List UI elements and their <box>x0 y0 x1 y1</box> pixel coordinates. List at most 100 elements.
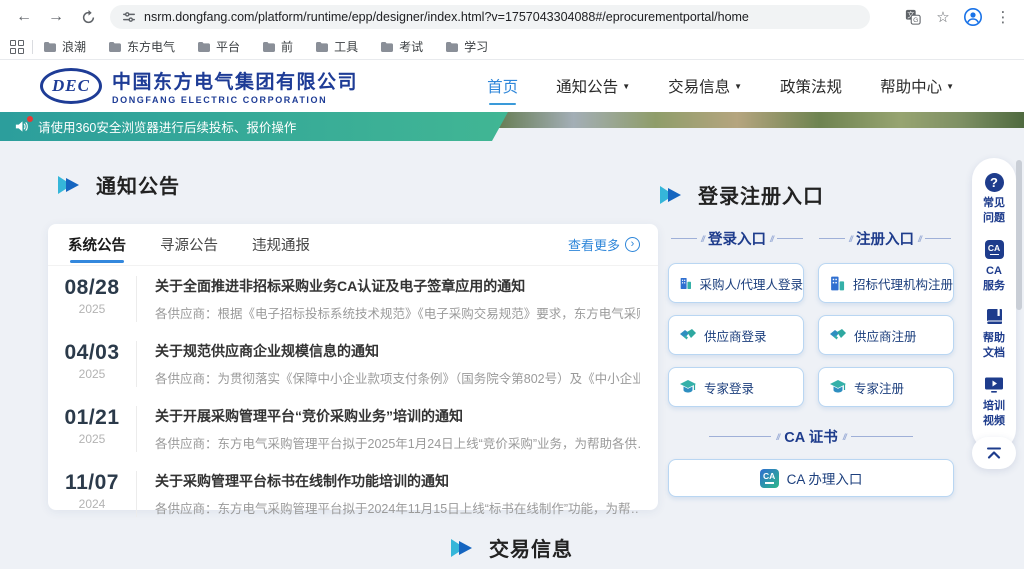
back-button[interactable]: ← <box>11 4 37 30</box>
folder-icon <box>108 41 122 52</box>
bookmark-label: 浪潮 <box>62 38 86 55</box>
announcements-heading: 通知公告 <box>58 170 180 199</box>
bookmark-folder[interactable]: 东方电气 <box>108 38 175 55</box>
announcement-row[interactable]: 11/07 2024 关于采购管理平台标书在线制作功能培训的通知 各供应商：东方… <box>48 461 658 526</box>
bookmark-folder[interactable]: 浪潮 <box>43 38 86 55</box>
translate-button[interactable]: 文 G <box>900 4 926 30</box>
collapse-top-icon <box>986 447 1002 460</box>
supplier-register-button[interactable]: 供应商注册 <box>818 315 954 355</box>
ca-service-item[interactable]: CA CA服务 <box>981 239 1007 294</box>
view-more-link[interactable]: 查看更多 › <box>568 235 640 254</box>
profile-avatar[interactable] <box>960 4 986 30</box>
tab-violation-reports[interactable]: 违规通报 <box>250 224 312 265</box>
company-name-cn: 中国东方电气集团有限公司 <box>112 67 358 94</box>
button-label: 供应商登录 <box>704 326 767 345</box>
reload-icon <box>81 10 96 25</box>
announcement-year: 2025 <box>48 367 136 381</box>
notice-text: 请使用360安全浏览器进行后续投标、报价操作 <box>38 117 296 136</box>
folder-icon <box>445 41 459 52</box>
url-bar[interactable]: nsrm.dongfang.com/platform/runtime/epp/d… <box>110 5 870 29</box>
training-videos-item[interactable]: 培训视频 <box>981 374 1007 429</box>
nav-trade-info[interactable]: 交易信息▼ <box>668 69 742 103</box>
building-icon <box>679 275 693 292</box>
announcement-title[interactable]: 关于全面推进非招标采购业务CA认证及电子签章应用的通知 <box>155 276 640 296</box>
announcement-summary: 各供应商：东方电气采购管理平台拟于2025年1月24日上线“竞价采购”业务，为帮… <box>155 433 640 452</box>
faq-item[interactable]: ? 常见问题 <box>981 171 1007 226</box>
bookmark-folder[interactable]: 考试 <box>380 38 423 55</box>
reload-button[interactable] <box>75 4 101 30</box>
section-arrow-icon <box>660 185 684 205</box>
bookmark-label: 考试 <box>399 38 423 55</box>
bookmark-folder[interactable]: 平台 <box>197 38 240 55</box>
company-logo[interactable]: DEC 中国东方电气集团有限公司 DONGFANG ELECTRIC CORPO… <box>40 67 358 105</box>
bookmark-label: 前 <box>281 38 293 55</box>
floating-help-sidebar: ? 常见问题 CA CA服务 帮助文档 培训视频 <box>972 158 1016 451</box>
forward-button[interactable]: → <box>43 4 69 30</box>
handshake-icon <box>829 327 847 343</box>
bookmark-folder[interactable]: 工具 <box>315 38 358 55</box>
trade-info-heading: 交易信息 <box>0 533 1024 562</box>
tab-sourcing-notices[interactable]: 寻源公告 <box>158 224 220 265</box>
divider <box>32 40 33 54</box>
nav-policies[interactable]: 政策法规 <box>780 69 842 103</box>
graduation-cap-icon <box>679 379 697 396</box>
back-to-top-button[interactable] <box>972 437 1016 469</box>
help-docs-item[interactable]: 帮助文档 <box>981 306 1007 361</box>
announcement-year: 2024 <box>48 497 136 511</box>
notification-dot <box>27 116 33 122</box>
supplier-login-button[interactable]: 供应商登录 <box>668 315 804 355</box>
chevron-right-circle-icon: › <box>625 237 640 252</box>
bookmark-folder[interactable]: 学习 <box>445 38 488 55</box>
tab-system-notices[interactable]: 系统公告 <box>66 224 128 265</box>
announcement-row[interactable]: 04/03 2025 关于规范供应商企业规模信息的通知 各供应商：为贯彻落实《保… <box>48 331 658 396</box>
section-title: 登录注册入口 <box>698 180 824 209</box>
chevron-down-icon: ▼ <box>946 82 954 91</box>
bookmark-folder[interactable]: 前 <box>262 38 293 55</box>
announcement-row[interactable]: 08/28 2025 关于全面推进非招标采购业务CA认证及电子签章应用的通知 各… <box>48 266 658 331</box>
video-icon <box>984 376 1004 394</box>
login-entry-header: // 登录入口 // <box>663 228 811 249</box>
folder-icon <box>380 41 394 52</box>
announcement-title[interactable]: 关于规范供应商企业规模信息的通知 <box>155 341 640 361</box>
button-label: 专家注册 <box>854 378 904 397</box>
chevron-down-icon: ▼ <box>734 82 742 91</box>
avatar-icon <box>963 7 983 27</box>
section-arrow-icon <box>58 175 82 195</box>
buyer-agent-login-button[interactable]: 采购人/代理人登录 <box>668 263 804 303</box>
nav-help-center[interactable]: 帮助中心▼ <box>880 69 954 103</box>
company-name-en: DONGFANG ELECTRIC CORPORATION <box>112 95 358 105</box>
graduation-cap-icon <box>829 379 847 396</box>
book-icon <box>985 308 1004 326</box>
folder-icon <box>262 41 276 52</box>
announcement-title[interactable]: 关于采购管理平台标书在线制作功能培训的通知 <box>155 471 640 491</box>
button-label: CA 办理入口 <box>787 468 863 488</box>
nav-home[interactable]: 首页 <box>487 69 518 103</box>
folder-icon <box>43 41 57 52</box>
login-panel: // 登录入口 // // 注册入口 // 采购人/代理人登录 <box>663 228 959 497</box>
announcement-date: 04/03 <box>48 341 136 365</box>
nav-notices[interactable]: 通知公告▼ <box>556 69 630 103</box>
speaker-icon <box>14 119 30 135</box>
chevron-down-icon: ▼ <box>622 82 630 91</box>
announcement-title[interactable]: 关于开展采购管理平台“竞价采购业务”培训的通知 <box>155 406 640 426</box>
bookmark-star-button[interactable]: ☆ <box>930 4 956 30</box>
button-label: 招标代理机构注册 <box>853 274 953 293</box>
expert-register-button[interactable]: 专家注册 <box>818 367 954 407</box>
sidebar-item-label: 帮助文档 <box>981 331 1007 361</box>
apps-grid-icon[interactable] <box>10 40 24 54</box>
page-scrollbar[interactable] <box>1016 160 1022 310</box>
dec-logo-oval: DEC <box>40 68 102 104</box>
announcement-year: 2025 <box>48 302 136 316</box>
site-header: DEC 中国东方电气集团有限公司 DONGFANG ELECTRIC CORPO… <box>0 60 1024 112</box>
announcements-card: 系统公告 寻源公告 违规通报 查看更多 › 08/28 2025 关于全面推进非… <box>48 224 658 510</box>
expert-login-button[interactable]: 专家登录 <box>668 367 804 407</box>
section-title: 通知公告 <box>96 170 180 199</box>
bidding-agency-register-button[interactable]: 招标代理机构注册 <box>818 263 954 303</box>
browser-menu-button[interactable]: ⋮ <box>990 4 1016 30</box>
announcement-tabs: 系统公告 寻源公告 违规通报 查看更多 › <box>48 224 658 266</box>
bookmark-label: 东方电气 <box>127 38 175 55</box>
announcement-row[interactable]: 01/21 2025 关于开展采购管理平台“竞价采购业务”培训的通知 各供应商：… <box>48 396 658 461</box>
bookmark-label: 学习 <box>464 38 488 55</box>
translate-icon: 文 G <box>905 9 921 25</box>
ca-apply-button[interactable]: CA CA 办理入口 <box>668 459 954 497</box>
